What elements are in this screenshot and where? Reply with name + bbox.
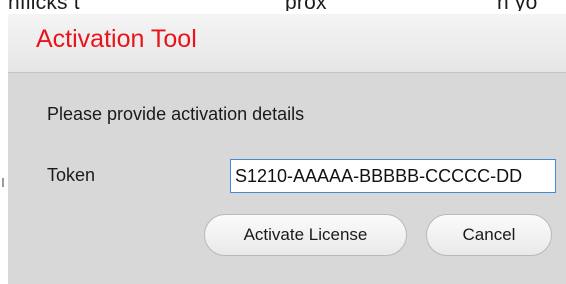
background-text-right: h yo [497, 0, 538, 11]
cancel-button[interactable]: Cancel [426, 214, 552, 256]
dialog-title: Activation Tool [36, 25, 197, 53]
token-input[interactable] [230, 159, 556, 193]
activation-dialog: Activation Tool Please provide activatio… [8, 14, 566, 284]
activate-license-button[interactable]: Activate License [204, 214, 407, 256]
token-label: Token [47, 165, 96, 185]
background-partial-text: nflicks t prox h yo [0, 0, 566, 11]
background-text-mid: prox [285, 0, 327, 11]
activation-prompt: Please provide activation details [47, 104, 305, 124]
background-text-left: nflicks t [8, 0, 80, 11]
dialog-titlebar: Activation Tool [8, 14, 566, 73]
background-edge-mark [2, 178, 4, 187]
